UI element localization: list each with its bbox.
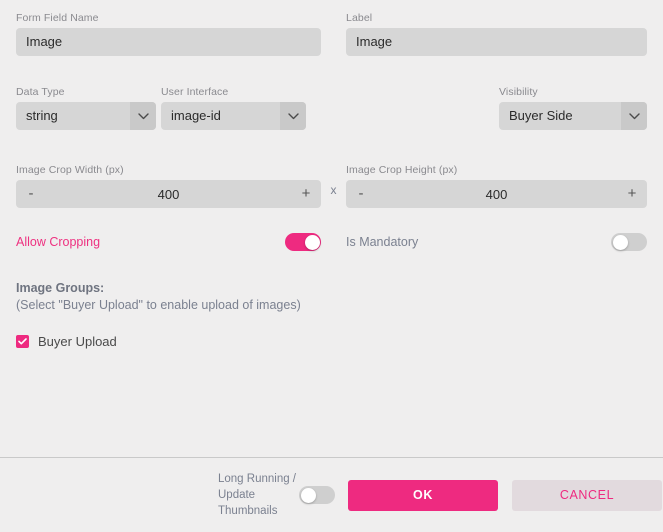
column-gap [321, 12, 346, 56]
field-crop-width: Image Crop Width (px) - 400 + [16, 164, 321, 208]
chevron-down-icon [130, 102, 156, 130]
long-running-toggle-wrap [299, 486, 335, 504]
is-mandatory-row: Is Mandatory [346, 230, 647, 254]
form-body: Form Field Name Label Data Type string [0, 0, 663, 457]
label-field-label: Label [346, 12, 373, 24]
row-crop-dimensions: Image Crop Width (px) - 400 + x Image Cr… [16, 164, 647, 208]
user-interface-label: User Interface [161, 86, 229, 98]
chevron-down-icon [280, 102, 306, 130]
crop-width-label: Image Crop Width (px) [16, 164, 124, 176]
user-interface-select[interactable]: image-id [161, 102, 306, 130]
toggle-knob [612, 234, 628, 250]
crop-height-stepper[interactable]: - 400 + [346, 180, 647, 208]
column-gap [321, 86, 346, 130]
image-group-option-buyer-upload[interactable]: Buyer Upload [16, 334, 647, 349]
field-crop-height: Image Crop Height (px) - 400 + [346, 164, 647, 208]
is-mandatory-label: Is Mandatory [346, 235, 419, 249]
row-names: Form Field Name Label [16, 12, 647, 56]
long-running-toggle[interactable] [299, 486, 335, 504]
cancel-button[interactable]: CANCEL [512, 479, 662, 511]
toggle-knob [304, 234, 320, 250]
crop-height-decrement-button[interactable]: - [346, 180, 376, 208]
crop-width-decrement-button[interactable]: - [16, 180, 46, 208]
field-visibility: Visibility Buyer Side [346, 86, 647, 130]
long-running-label-line3: Thumbnails [218, 505, 278, 517]
is-mandatory-field: Is Mandatory [346, 230, 647, 254]
toggle-knob [300, 487, 316, 503]
allow-cropping-toggle[interactable] [285, 233, 321, 251]
buyer-upload-checkbox[interactable] [16, 335, 29, 348]
buyer-upload-label: Buyer Upload [38, 334, 117, 349]
allow-cropping-field: Allow Cropping [16, 230, 321, 254]
field-user-interface: User Interface image-id [161, 86, 321, 130]
types-left-inner: Data Type string User Interface image-id [16, 86, 321, 130]
field-label: Label [346, 12, 647, 56]
allow-cropping-label: Allow Cropping [16, 235, 101, 249]
row-toggles: Allow Cropping Is Mandatory [16, 230, 647, 254]
visibility-label: Visibility [499, 86, 538, 98]
crop-width-value[interactable]: 400 [46, 187, 291, 202]
ok-button[interactable]: OK [348, 479, 498, 511]
crop-width-stepper[interactable]: - 400 + [16, 180, 321, 208]
image-groups-section: Image Groups: (Select "Buyer Upload" to … [16, 280, 647, 349]
visibility-select[interactable]: Buyer Side [499, 102, 647, 130]
long-running-label-line1: Long Running / [218, 473, 297, 485]
dialog-footer: Long Running / Update Thumbnails OK CANC… [0, 458, 663, 532]
field-form-field-name: Form Field Name [16, 12, 321, 56]
label-field-input[interactable] [346, 28, 647, 56]
column-gap [321, 230, 346, 254]
form-field-name-label: Form Field Name [16, 12, 99, 24]
row-types: Data Type string User Interface image-id [16, 86, 647, 130]
form-field-dialog: Form Field Name Label Data Type string [0, 0, 663, 532]
crop-height-label: Image Crop Height (px) [346, 164, 458, 176]
image-groups-hint: (Select "Buyer Upload" to enable upload … [16, 298, 301, 312]
dimension-separator: x [330, 183, 337, 197]
field-data-type: Data Type string [16, 86, 161, 130]
data-type-select[interactable]: string [16, 102, 156, 130]
crop-width-increment-button[interactable]: + [291, 180, 321, 208]
is-mandatory-toggle[interactable] [611, 233, 647, 251]
long-running-label-line2: Update [218, 489, 256, 501]
allow-cropping-row: Allow Cropping [16, 230, 321, 254]
image-groups-title: Image Groups: [16, 281, 105, 295]
data-type-label: Data Type [16, 86, 65, 98]
crop-height-increment-button[interactable]: + [617, 180, 647, 208]
types-left-group: Data Type string User Interface image-id [16, 86, 321, 130]
long-running-label: Long Running / Update Thumbnails [218, 471, 296, 519]
crop-height-value[interactable]: 400 [376, 187, 617, 202]
form-field-name-input[interactable] [16, 28, 321, 56]
chevron-down-icon [621, 102, 647, 130]
check-icon [18, 338, 27, 345]
